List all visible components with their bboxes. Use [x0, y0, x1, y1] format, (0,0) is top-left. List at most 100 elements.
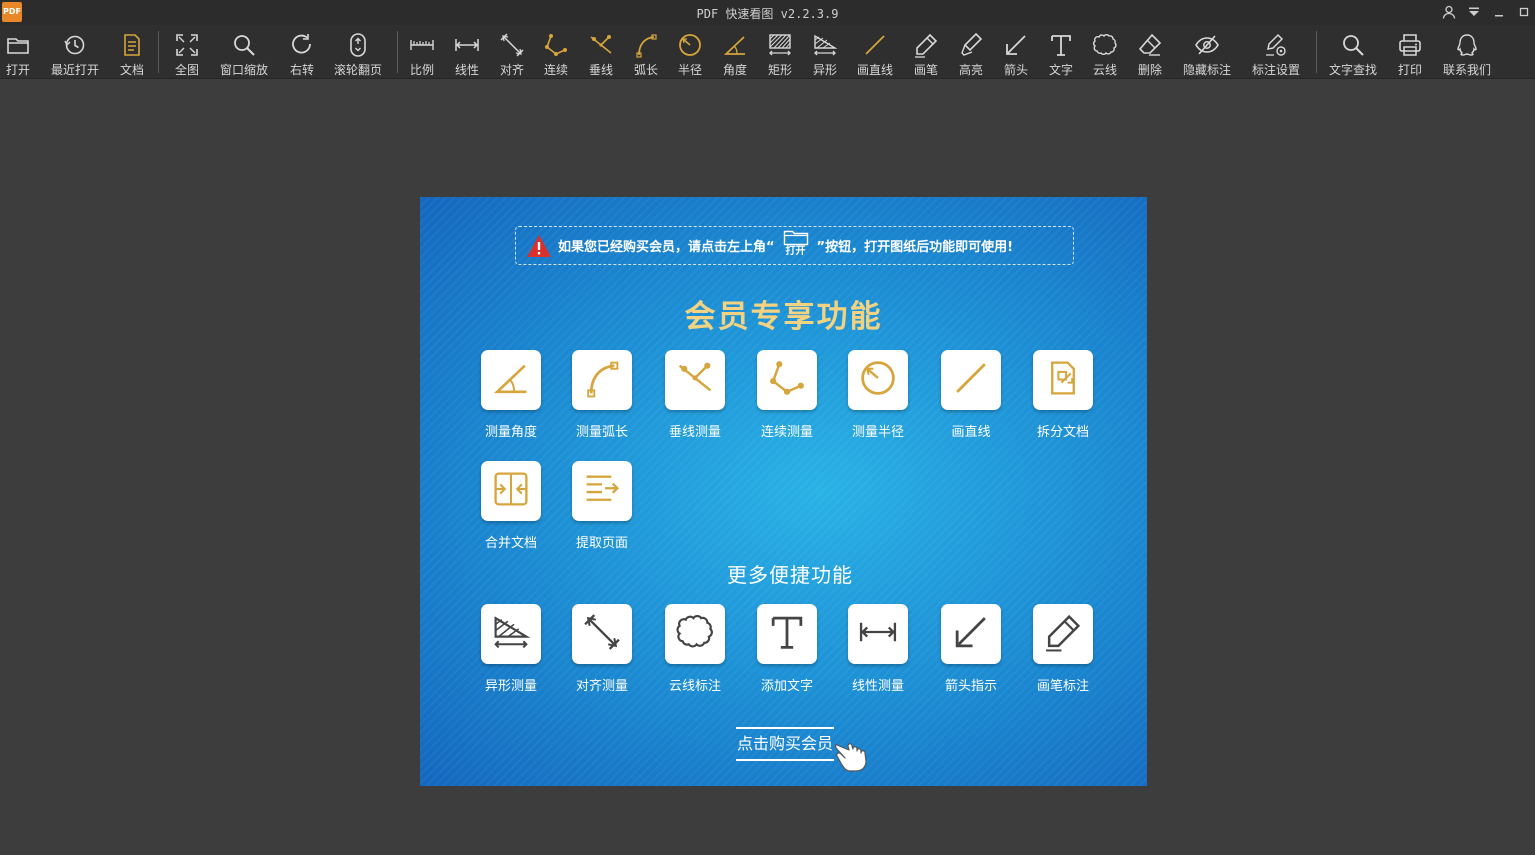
toolbar-button-label: 打开	[5, 63, 30, 77]
minimize-icon[interactable]	[1491, 3, 1506, 21]
toolbar-button-label: 弧长	[633, 63, 658, 77]
rectangle-icon	[767, 32, 793, 58]
feature-tile[interactable]	[665, 350, 725, 410]
arrow-icon	[1003, 32, 1029, 58]
arc-length-icon	[582, 358, 622, 402]
radius-icon	[858, 358, 898, 402]
feature-text[interactable]: 添加文字	[747, 604, 827, 694]
toolbar-button-label: 最近打开	[50, 63, 99, 77]
mouse-wheel-icon	[345, 32, 371, 58]
folder-icon	[5, 32, 31, 58]
feature-merge-document[interactable]: 合并文档	[471, 461, 551, 551]
feature-label: 箭头指示	[944, 679, 997, 694]
toolbar-button-label: 联系我们	[1442, 63, 1491, 77]
toolbar-eraser-button[interactable]: 删除	[1120, 25, 1180, 79]
toolbar-search-button[interactable]: 文字查找	[1323, 25, 1383, 79]
feature-tile[interactable]	[665, 604, 725, 664]
toolbar-mouse-wheel-button[interactable]: 滚轮翻页	[328, 25, 388, 79]
feature-tile[interactable]	[481, 461, 541, 521]
extract-page-icon	[582, 469, 622, 513]
continuous-measure-icon	[543, 32, 569, 58]
main-toolbar: 打开 最近打开 文档 全图 窗口缩放 右转 滚轮翻页 比例 线性 对齐 连续 垂线 弧长 半径 角度 矩形 异形…	[0, 25, 1535, 79]
feature-tile[interactable]	[1033, 604, 1093, 664]
toolbar-button-label: 滚轮翻页	[333, 63, 382, 77]
feature-extract-page[interactable]: 提取页面	[562, 461, 642, 551]
feature-label: 垂线测量	[668, 425, 721, 440]
history-icon	[62, 32, 88, 58]
toolbar-button-label: 打印	[1397, 63, 1422, 77]
toolbar-qq-button[interactable]: 联系我们	[1437, 25, 1497, 79]
toolbar-document-button[interactable]: 文档	[102, 25, 162, 79]
feature-tile[interactable]	[572, 461, 632, 521]
perpendicular-icon	[588, 32, 614, 58]
feature-tile[interactable]	[848, 350, 908, 410]
align-measure-icon	[499, 32, 525, 58]
feature-tile[interactable]	[572, 350, 632, 410]
feature-pen[interactable]: 画笔标注	[1023, 604, 1103, 694]
feature-radius[interactable]: 测量半径	[838, 350, 918, 440]
cloud-icon	[675, 612, 715, 656]
toolbar-button-label: 全图	[174, 63, 199, 77]
toolbar-folder-button[interactable]: 打开	[0, 25, 48, 79]
feature-label: 连续测量	[760, 425, 813, 440]
feature-label: 添加文字	[760, 679, 813, 694]
feature-line[interactable]: 画直线	[931, 350, 1011, 440]
toolbar-button-label: 标注设置	[1251, 63, 1300, 77]
feature-tile[interactable]	[941, 604, 1001, 664]
feature-continuous-measure[interactable]: 连续测量	[747, 350, 827, 440]
member-promo-panel: 如果您已经购买会员，请点击左上角“ 打开 ”按钮，打开图纸后功能即可使用! 会员…	[420, 197, 1147, 786]
markup-settings-icon	[1263, 32, 1289, 58]
angle-icon	[722, 32, 748, 58]
toolbar-printer-button[interactable]: 打印	[1380, 25, 1440, 79]
pen-icon	[1043, 612, 1083, 656]
feature-arc-length[interactable]: 测量弧长	[562, 350, 642, 440]
toolbar-markup-settings-button[interactable]: 标注设置	[1246, 25, 1306, 79]
feature-label: 测量弧长	[575, 425, 628, 440]
feature-angle[interactable]: 测量角度	[471, 350, 551, 440]
arc-length-icon	[633, 32, 659, 58]
feature-label: 画直线	[951, 425, 991, 440]
feature-tile[interactable]	[481, 604, 541, 664]
continuous-measure-icon	[767, 358, 807, 402]
toolbar-button-label: 矩形	[767, 63, 792, 77]
line-icon	[862, 32, 888, 58]
radius-icon	[677, 32, 703, 58]
dropdown-menu-icon[interactable]	[1466, 3, 1481, 21]
notice-open-folder-icon: 打开	[783, 228, 809, 257]
pen-icon	[913, 32, 939, 58]
feature-align-measure[interactable]: 对齐测量	[562, 604, 642, 694]
toolbar-button-label: 高亮	[958, 63, 983, 77]
feature-arrow[interactable]: 箭头指示	[931, 604, 1011, 694]
feature-cloud[interactable]: 云线标注	[655, 604, 735, 694]
scale-icon	[409, 32, 435, 58]
user-icon[interactable]	[1441, 3, 1456, 21]
feature-tile[interactable]	[848, 604, 908, 664]
feature-tile[interactable]	[572, 604, 632, 664]
toolbar-history-button[interactable]: 最近打开	[45, 25, 105, 79]
linear-measure-icon	[858, 612, 898, 656]
feature-linear-measure[interactable]: 线性测量	[838, 604, 918, 694]
qq-icon	[1454, 32, 1480, 58]
feature-tile[interactable]	[941, 350, 1001, 410]
feature-irregular-shape[interactable]: 异形测量	[471, 604, 551, 694]
feature-label: 测量半径	[851, 425, 904, 440]
maximize-icon[interactable]	[1516, 3, 1531, 21]
split-document-icon	[1043, 358, 1083, 402]
perpendicular-icon	[675, 358, 715, 402]
feature-tile[interactable]	[757, 350, 817, 410]
toolbar-button-label: 半径	[677, 63, 702, 77]
feature-split-document[interactable]: 拆分文档	[1023, 350, 1103, 440]
feature-tile[interactable]	[481, 350, 541, 410]
feature-tile[interactable]	[757, 604, 817, 664]
linear-measure-icon	[454, 32, 480, 58]
feature-label: 云线标注	[668, 679, 721, 694]
buy-membership-button[interactable]: 点击购买会员	[736, 727, 835, 761]
toolbar-hide-eye-button[interactable]: 隐藏标注	[1177, 25, 1237, 79]
feature-perpendicular[interactable]: 垂线测量	[655, 350, 735, 440]
toolbar-fit-all-button[interactable]: 全图	[157, 25, 217, 79]
toolbar-zoom-button[interactable]: 窗口缩放	[214, 25, 274, 79]
toolbar-button-label: 角度	[722, 63, 747, 77]
feature-label: 异形测量	[484, 679, 537, 694]
feature-tile[interactable]	[1033, 350, 1093, 410]
toolbar-rotate-right-button[interactable]: 右转	[272, 25, 332, 79]
